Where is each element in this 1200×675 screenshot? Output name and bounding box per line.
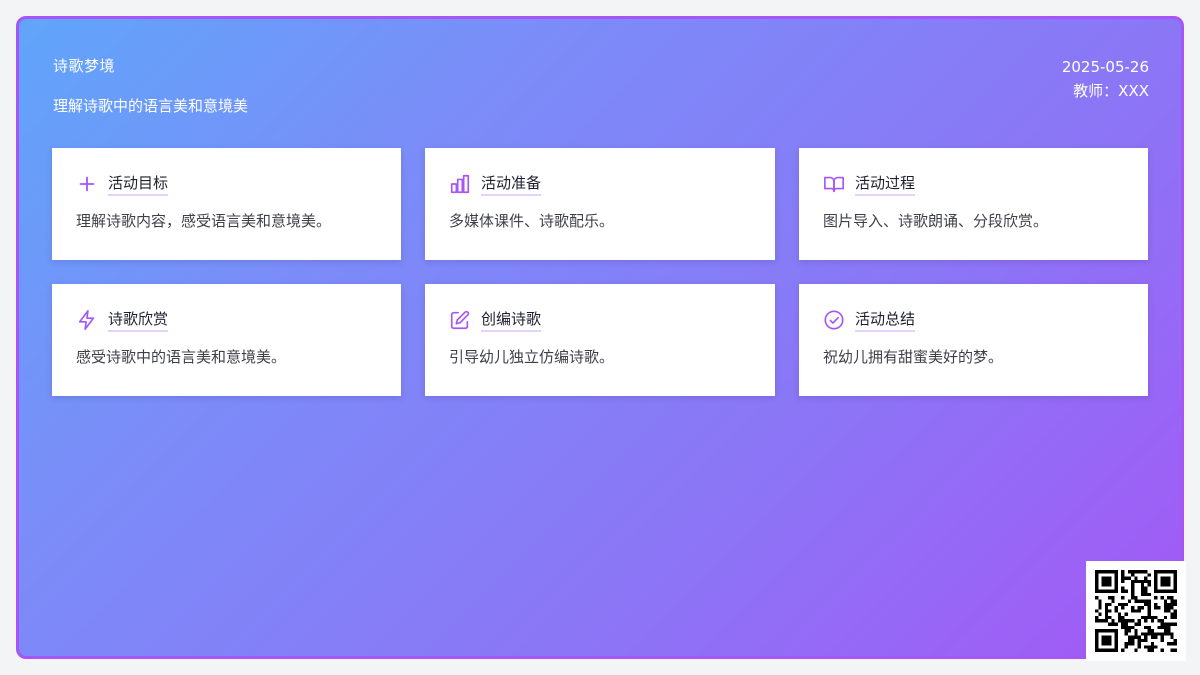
slide: 诗歌梦境 理解诗歌中的语言美和意境美 2025-05-26 教师：XXX 活动目…	[16, 16, 1184, 659]
date-label: 2025-05-26	[1061, 58, 1149, 76]
qr-code	[1086, 561, 1186, 661]
lightning-icon	[76, 309, 98, 331]
card-desc: 多媒体课件、诗歌配乐。	[449, 212, 615, 230]
page-title: 诗歌梦境	[53, 57, 116, 75]
check-circle-icon	[823, 309, 845, 331]
card-poem-appreciation: 诗歌欣赏 感受诗歌中的语言美和意境美。	[52, 284, 401, 396]
card-desc: 祝幼儿拥有甜蜜美好的梦。	[823, 348, 1004, 366]
qr-code-icon	[1095, 570, 1177, 652]
card-desc: 引导幼儿独立仿编诗歌。	[449, 348, 615, 366]
card-title: 活动过程	[855, 173, 916, 196]
card-activity-process: 活动过程 图片导入、诗歌朗诵、分段欣赏。	[799, 148, 1148, 260]
card-desc: 图片导入、诗歌朗诵、分段欣赏。	[823, 212, 1049, 230]
card-activity-prep: 活动准备 多媒体课件、诗歌配乐。	[425, 148, 775, 260]
card-activity-goal: 活动目标 理解诗歌内容，感受语言美和意境美。	[52, 148, 401, 260]
meta-info: 2025-05-26 教师：XXX	[1062, 55, 1149, 103]
card-title: 活动总结	[855, 309, 916, 332]
edit-icon	[449, 309, 471, 331]
page-subtitle: 理解诗歌中的语言美和意境美	[53, 97, 249, 115]
card-title: 活动准备	[481, 173, 542, 196]
card-poem-creation: 创编诗歌 引导幼儿独立仿编诗歌。	[425, 284, 775, 396]
card-title: 活动目标	[108, 173, 169, 196]
plus-icon	[76, 173, 98, 195]
card-desc: 感受诗歌中的语言美和意境美。	[76, 348, 287, 366]
bar-chart-icon	[449, 173, 471, 195]
card-title: 创编诗歌	[481, 309, 542, 332]
book-open-icon	[823, 173, 845, 195]
teacher-label: 教师：XXX	[1073, 82, 1149, 100]
card-activity-summary: 活动总结 祝幼儿拥有甜蜜美好的梦。	[799, 284, 1148, 396]
card-title: 诗歌欣赏	[108, 309, 169, 332]
card-grid: 活动目标 理解诗歌内容，感受语言美和意境美。 活动准备 多媒体课件、诗歌配乐。 …	[52, 148, 1148, 396]
card-desc: 理解诗歌内容，感受语言美和意境美。	[76, 212, 332, 230]
